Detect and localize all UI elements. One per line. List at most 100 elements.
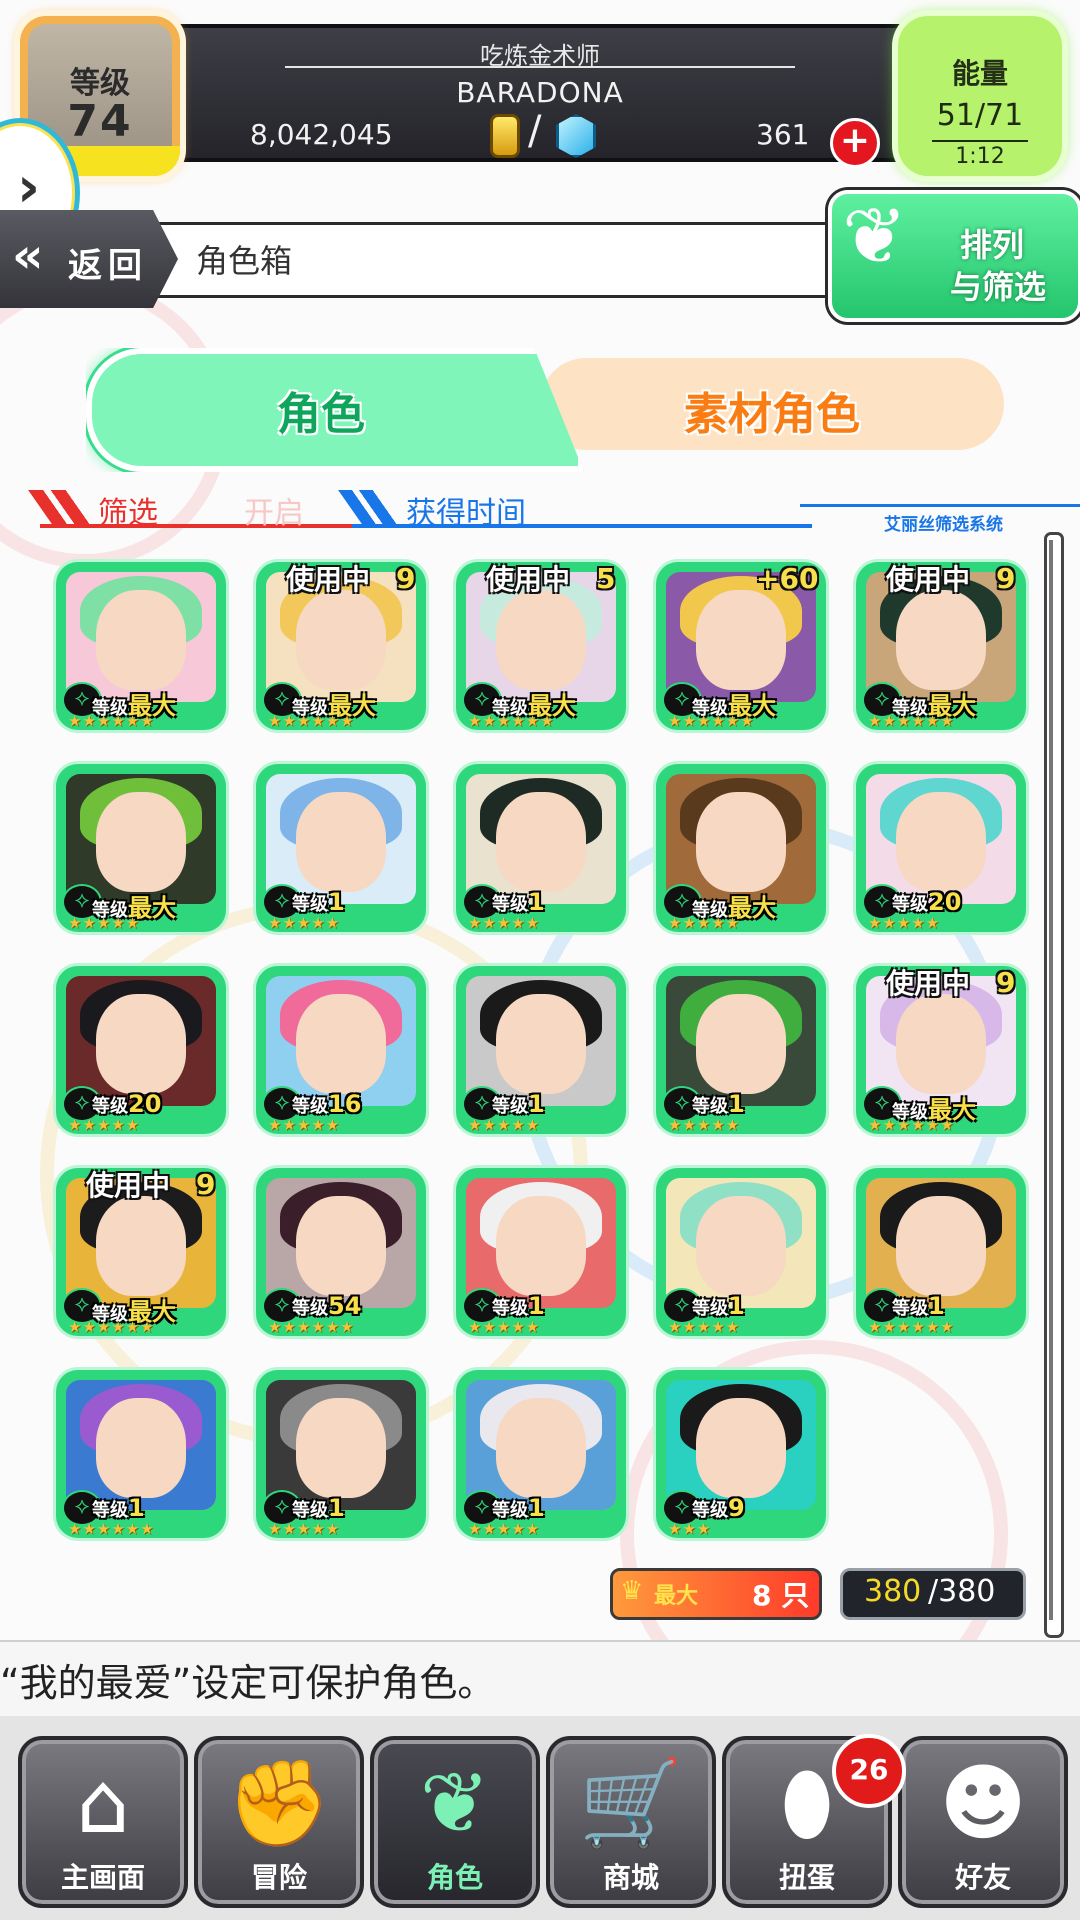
level-value: 1 (128, 1494, 145, 1522)
portrait-face (896, 792, 986, 892)
rarity-stars: ★★★★★★ (68, 1520, 155, 1538)
fist-bump-icon: ✊ (226, 1754, 332, 1852)
character-card[interactable]: ⟡ 等级1 ★★★★★ (456, 1168, 626, 1342)
plus-value: 9 (396, 562, 416, 595)
character-level: 等级16 (292, 1090, 361, 1118)
character-card[interactable]: ⟡ 等级1 ★★★★★ (456, 764, 626, 938)
scrollbar[interactable] (1044, 532, 1064, 1638)
rarity-stars: ★★★★★ (268, 1520, 341, 1538)
portrait-face (496, 994, 586, 1094)
portrait-face (696, 1196, 786, 1296)
character-level: 等级1 (292, 1494, 345, 1522)
sort-order-button[interactable]: 获得时间 (406, 488, 526, 532)
rarity-stars: ★★★★★★ (68, 1318, 155, 1336)
character-level: 等级20 (892, 888, 961, 916)
tab-characters-label[interactable]: 角色 (86, 378, 556, 442)
filter-underline (40, 524, 360, 528)
buy-gems-button[interactable]: + (830, 118, 880, 168)
character-card[interactable]: ⟡ 等级最大 ★★★★★★ 使用中 9 (856, 562, 1026, 736)
divider (285, 66, 795, 68)
character-card[interactable]: ⟡ 等级最大 ★★★★★★ +60 (656, 562, 826, 736)
character-level: 等级1 (292, 888, 345, 916)
tab-material-characters-label[interactable]: 素材角色 (540, 378, 1004, 442)
character-card[interactable]: ⟡ 等级1 ★★★★★ (456, 966, 626, 1140)
energy-label: 能量 (951, 57, 1008, 90)
character-card[interactable]: ⟡ 等级1 ★★★★★ (456, 1370, 626, 1544)
invader-icon: ♛ (620, 1576, 644, 1606)
plus-value: 9 (996, 562, 1016, 595)
level-prefix: 等级 (492, 894, 528, 915)
level-prefix: 等级 (492, 1096, 528, 1117)
rarity-stars: ★★★★★ (468, 1116, 541, 1134)
portrait-face (896, 1196, 986, 1296)
divider (932, 140, 1028, 142)
character-card[interactable]: ⟡ 等级1 ★★★★★ (656, 1168, 826, 1342)
level-prefix: 等级 (892, 894, 928, 915)
rarity-stars: ★★★★★ (668, 914, 741, 932)
level-value: 1 (328, 1494, 345, 1522)
character-card[interactable]: ⟡ 等级1 ★★★★★ (256, 1370, 426, 1544)
plus-value: +60 (756, 562, 819, 595)
portrait-face (296, 1398, 386, 1498)
character-card[interactable]: ⟡ 等级最大 ★★★★★ (56, 764, 226, 938)
rarity-stars: ★★★★★ (268, 1116, 341, 1134)
nav-shop[interactable]: 🛒 商城 (546, 1736, 716, 1908)
level-value: 1 (928, 1292, 945, 1320)
filter-button[interactable]: 筛选 (98, 488, 158, 532)
level-value: 1 (528, 888, 545, 916)
character-card[interactable]: ⟡ 等级9 ★★★ (656, 1370, 826, 1544)
character-card[interactable]: ⟡ 等级1 ★★★★★★ (856, 1168, 1026, 1342)
character-level: 等级54 (292, 1292, 361, 1320)
portrait-face (96, 1398, 186, 1498)
portrait-face (496, 1196, 586, 1296)
gem-value: 361 (756, 118, 810, 151)
nav-label: 冒险 (250, 1861, 307, 1894)
nav-home[interactable]: ⌂ 主画面 (18, 1736, 188, 1908)
character-card[interactable]: ⟡ 等级最大 ★★★★★ (656, 764, 826, 938)
character-card[interactable]: ⟡ 等级1 ★★★★★ (656, 966, 826, 1140)
portrait-face (896, 994, 986, 1094)
nav-characters[interactable]: ❦ 角色 (370, 1736, 540, 1908)
rarity-stars: ★★★★★ (68, 1116, 141, 1134)
character-card[interactable]: ⟡ 等级20 ★★★★★ (56, 966, 226, 1140)
level-prefix: 等级 (692, 1500, 728, 1521)
sort-filter-label-2: 与筛选 (950, 268, 1047, 306)
portrait-face (696, 1398, 786, 1498)
character-card[interactable]: ⟡ 等级20 ★★★★★ (856, 764, 1026, 938)
gold-value: 8,042,045 (250, 118, 393, 151)
nav-adventure[interactable]: ✊ 冒险 (194, 1736, 364, 1908)
character-level: 等级1 (492, 1090, 545, 1118)
character-card[interactable]: ⟡ 等级最大 ★★★★★★ 使用中 9 (256, 562, 426, 736)
level-prefix: 等级 (692, 1298, 728, 1319)
level-value: 1 (728, 1090, 745, 1118)
double-chevron-left-icon: ‹‹ (12, 228, 43, 284)
portrait-face (296, 1196, 386, 1296)
energy-box[interactable]: 能量 51/71 1:12 (898, 16, 1062, 176)
rarity-stars: ★★★★★ (668, 1318, 741, 1336)
plus-value: 9 (196, 1168, 216, 1201)
character-card[interactable]: ⟡ 等级最大 ★★★★★★ 使用中 5 (456, 562, 626, 736)
gacha-notification-badge: 26 (832, 1734, 906, 1808)
character-level: 等级1 (492, 1292, 545, 1320)
character-card[interactable]: ⟡ 等级1 ★★★★★★ (56, 1370, 226, 1544)
nav-friends[interactable]: ☻ 好友 (898, 1736, 1068, 1908)
character-card[interactable]: ⟡ 等级最大 ★★★★★★ (56, 562, 226, 736)
currency-separator: / (528, 108, 542, 154)
character-level: 等级1 (892, 1292, 945, 1320)
character-level: 等级1 (692, 1292, 745, 1320)
portrait-face (496, 792, 586, 892)
portrait-face (496, 590, 586, 690)
back-label[interactable]: 返回 (68, 238, 148, 287)
character-level: 等级1 (692, 1090, 745, 1118)
character-card[interactable]: ⟡ 等级54 ★★★★★★ (256, 1168, 426, 1342)
character-card[interactable]: ⟡ 等级最大 ★★★★★★ 使用中 9 (56, 1168, 226, 1342)
character-card[interactable]: ⟡ 等级1 ★★★★★ (256, 764, 426, 938)
scrollbar-thumb[interactable] (1049, 540, 1053, 1620)
portrait-face (96, 590, 186, 690)
energy-timer: 1:12 (955, 144, 1005, 169)
character-card[interactable]: ⟡ 等级16 ★★★★★ (256, 966, 426, 1140)
rarity-stars: ★★★★★ (268, 914, 341, 932)
level-value: 1 (528, 1090, 545, 1118)
portrait-face (96, 792, 186, 892)
character-card[interactable]: ⟡ 等级最大 ★★★★★★ 使用中 9 (856, 966, 1026, 1140)
